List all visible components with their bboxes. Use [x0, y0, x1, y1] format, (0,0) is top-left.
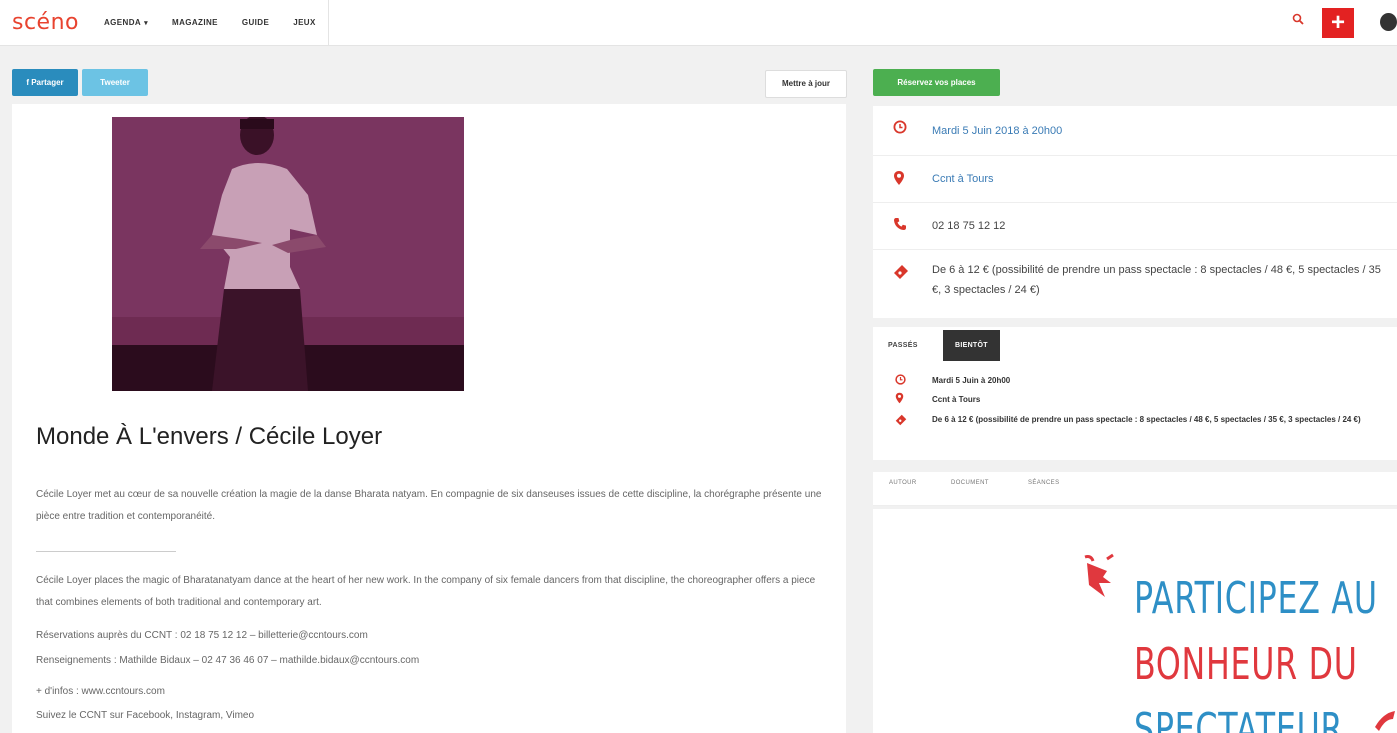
main-nav: AGENDA ▾ MAGAZINE GUIDE JEUX: [92, 0, 329, 46]
twitter-share-button[interactable]: Tweeter: [82, 69, 148, 96]
description-en: Cécile Loyer places the magic of Bharata…: [36, 575, 816, 608]
session-price: De 6 à 12 € (possibilité de prendre un p…: [932, 415, 1361, 424]
update-button[interactable]: Mettre à jour: [765, 70, 847, 98]
chevron-down-icon: ▾: [144, 20, 148, 27]
secondary-tabs: AUTOUR DOCUMENT SÉANCES: [873, 472, 1397, 506]
phone-row: 02 18 75 12 12: [873, 203, 1397, 250]
ad-text-line-1: PARTICIPEZ AU: [1134, 573, 1378, 624]
tab-future[interactable]: BIENTÔT: [943, 330, 1000, 361]
party-horn-icon: [1084, 553, 1114, 597]
sessions-card: PASSÉS BIENTÔT Mardi 5 Juin à 20h00 Ccnt…: [873, 327, 1397, 460]
nav-item-magazine[interactable]: MAGAZINE: [160, 0, 230, 46]
advert-banner[interactable]: PARTICIPEZ AU BONHEUR DU SPECTATEUR: [873, 509, 1397, 733]
tab-document[interactable]: DOCUMENT: [951, 480, 989, 486]
add-button[interactable]: +: [1322, 8, 1354, 38]
clock-icon: [893, 120, 907, 137]
tab-seances[interactable]: SÉANCES: [1028, 480, 1059, 486]
site-logo[interactable]: scéno: [12, 10, 79, 35]
event-title: Monde À L'envers / Cécile Loyer: [36, 423, 383, 450]
event-phone: 02 18 75 12 12: [932, 220, 1006, 232]
tab-autour[interactable]: AUTOUR: [889, 480, 917, 486]
ticket-icon: [895, 414, 907, 429]
date-row: Mardi 5 Juin 2018 à 20h00: [873, 106, 1397, 156]
event-info-card: Mardi 5 Juin 2018 à 20h00 Ccnt à Tours 0…: [873, 106, 1397, 318]
description-fr: Cécile Loyer met au cœur de sa nouvelle …: [36, 489, 822, 522]
event-photo: [112, 117, 464, 391]
streamer-icon: [1375, 711, 1395, 731]
nav-item-guide[interactable]: GUIDE: [230, 0, 281, 46]
session-venue: Ccnt à Tours: [932, 395, 981, 404]
clock-icon: [895, 374, 906, 388]
more-info-link[interactable]: + d'infos : www.ccntours.com: [36, 686, 165, 697]
top-navbar: scéno AGENDA ▾ MAGAZINE GUIDE JEUX +: [0, 0, 1397, 46]
globe-icon[interactable]: [1380, 13, 1397, 31]
nav-item-agenda[interactable]: AGENDA ▾: [92, 0, 160, 46]
reserve-button[interactable]: Réservez vos places: [873, 69, 1000, 96]
tab-past[interactable]: PASSÉS: [876, 330, 930, 361]
phone-icon: [893, 217, 907, 234]
ad-text-line-3: SPECTATEUR: [1134, 704, 1344, 733]
ad-text-line-2: BONHEUR DU: [1134, 639, 1358, 690]
map-pin-icon: [893, 170, 905, 189]
venue-row: Ccnt à Tours: [873, 156, 1397, 203]
event-price: De 6 à 12 € (possibilité de prendre un p…: [932, 264, 1381, 296]
facebook-share-button[interactable]: f Partager: [12, 69, 78, 96]
renseignements-text: Renseignements : Mathilde Bidaux – 02 47…: [36, 655, 420, 666]
event-venue[interactable]: Ccnt à Tours: [932, 169, 994, 189]
session-date: Mardi 5 Juin à 20h00: [932, 376, 1011, 385]
follow-text: Suivez le CCNT sur Facebook, Instagram, …: [36, 710, 255, 721]
ticket-icon: [893, 264, 909, 283]
map-pin-icon: [895, 392, 904, 407]
price-row: De 6 à 12 € (possibilité de prendre un p…: [873, 250, 1397, 318]
search-icon[interactable]: [1292, 13, 1304, 28]
nav-item-jeux[interactable]: JEUX: [281, 0, 328, 46]
nav-item-label: AGENDA: [104, 18, 142, 27]
event-date[interactable]: Mardi 5 Juin 2018 à 20h00: [932, 121, 1062, 141]
divider: [36, 551, 176, 552]
reservations-text: Réservations auprès du CCNT : 02 18 75 1…: [36, 630, 368, 641]
